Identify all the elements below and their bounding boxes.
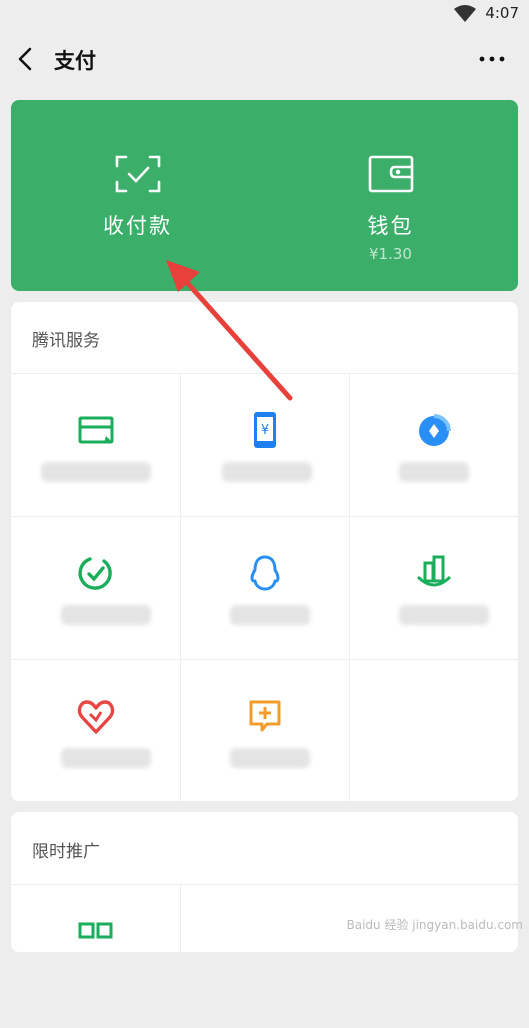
service-wealth[interactable] [349, 374, 518, 517]
tencent-services-title: 腾讯服务 [32, 331, 100, 351]
nav-bar: 支付 [0, 30, 529, 88]
status-bar: 4:07 [0, 0, 529, 30]
redacted-label [41, 462, 151, 482]
phone-recharge-icon: ¥ [253, 412, 276, 448]
promotion-item[interactable] [11, 885, 180, 1028]
wallet-label: 钱包 [367, 214, 414, 238]
receive-pay-label: 收付款 [103, 214, 172, 238]
wallet-button[interactable]: 钱包 ¥1.30 [264, 100, 517, 291]
service-qq-coin[interactable] [180, 517, 349, 660]
qq-coin-recharge-icon [250, 555, 279, 591]
credit-card-repayment-icon [78, 416, 113, 444]
watermark: Baidu 经验 jingyan.baidu.com [346, 918, 523, 932]
scan-qr-icon [115, 155, 160, 193]
redacted-label [61, 748, 151, 768]
redacted-label [399, 605, 489, 625]
service-medical[interactable] [180, 660, 349, 803]
status-time: 4:07 [485, 4, 519, 22]
wifi-icon [454, 5, 476, 22]
wealth-management-icon [418, 414, 451, 446]
service-credit-card[interactable] [11, 374, 180, 517]
service-city[interactable] [349, 517, 518, 660]
redacted-label [230, 748, 310, 768]
mini-program-icon [78, 922, 113, 939]
page-title: 支付 [54, 49, 96, 73]
service-phone-recharge[interactable]: ¥ [180, 374, 349, 517]
receive-pay-button[interactable]: 收付款 [11, 100, 264, 291]
redacted-label [399, 462, 469, 482]
divider [180, 884, 181, 964]
tencent-services-panel: 腾讯服务 ¥ [11, 302, 518, 801]
medical-insurance-icon [249, 700, 280, 732]
charity-heart-icon [77, 700, 114, 734]
more-options-icon[interactable] [477, 46, 507, 72]
service-charity[interactable] [11, 660, 180, 803]
redacted-label [61, 605, 151, 625]
pay-card: 收付款 钱包 ¥1.30 [11, 100, 518, 291]
svg-text:¥: ¥ [260, 423, 268, 438]
wallet-balance: ¥1.30 [369, 245, 412, 263]
city-services-icon [416, 555, 451, 587]
back-arrow-icon[interactable] [14, 46, 40, 72]
life-payment-icon [77, 557, 112, 590]
wallet-icon [368, 155, 413, 193]
redacted-label [230, 605, 310, 625]
promotions-title: 限时推广 [32, 842, 100, 862]
redacted-label [222, 462, 312, 482]
service-life-payment[interactable] [11, 517, 180, 660]
